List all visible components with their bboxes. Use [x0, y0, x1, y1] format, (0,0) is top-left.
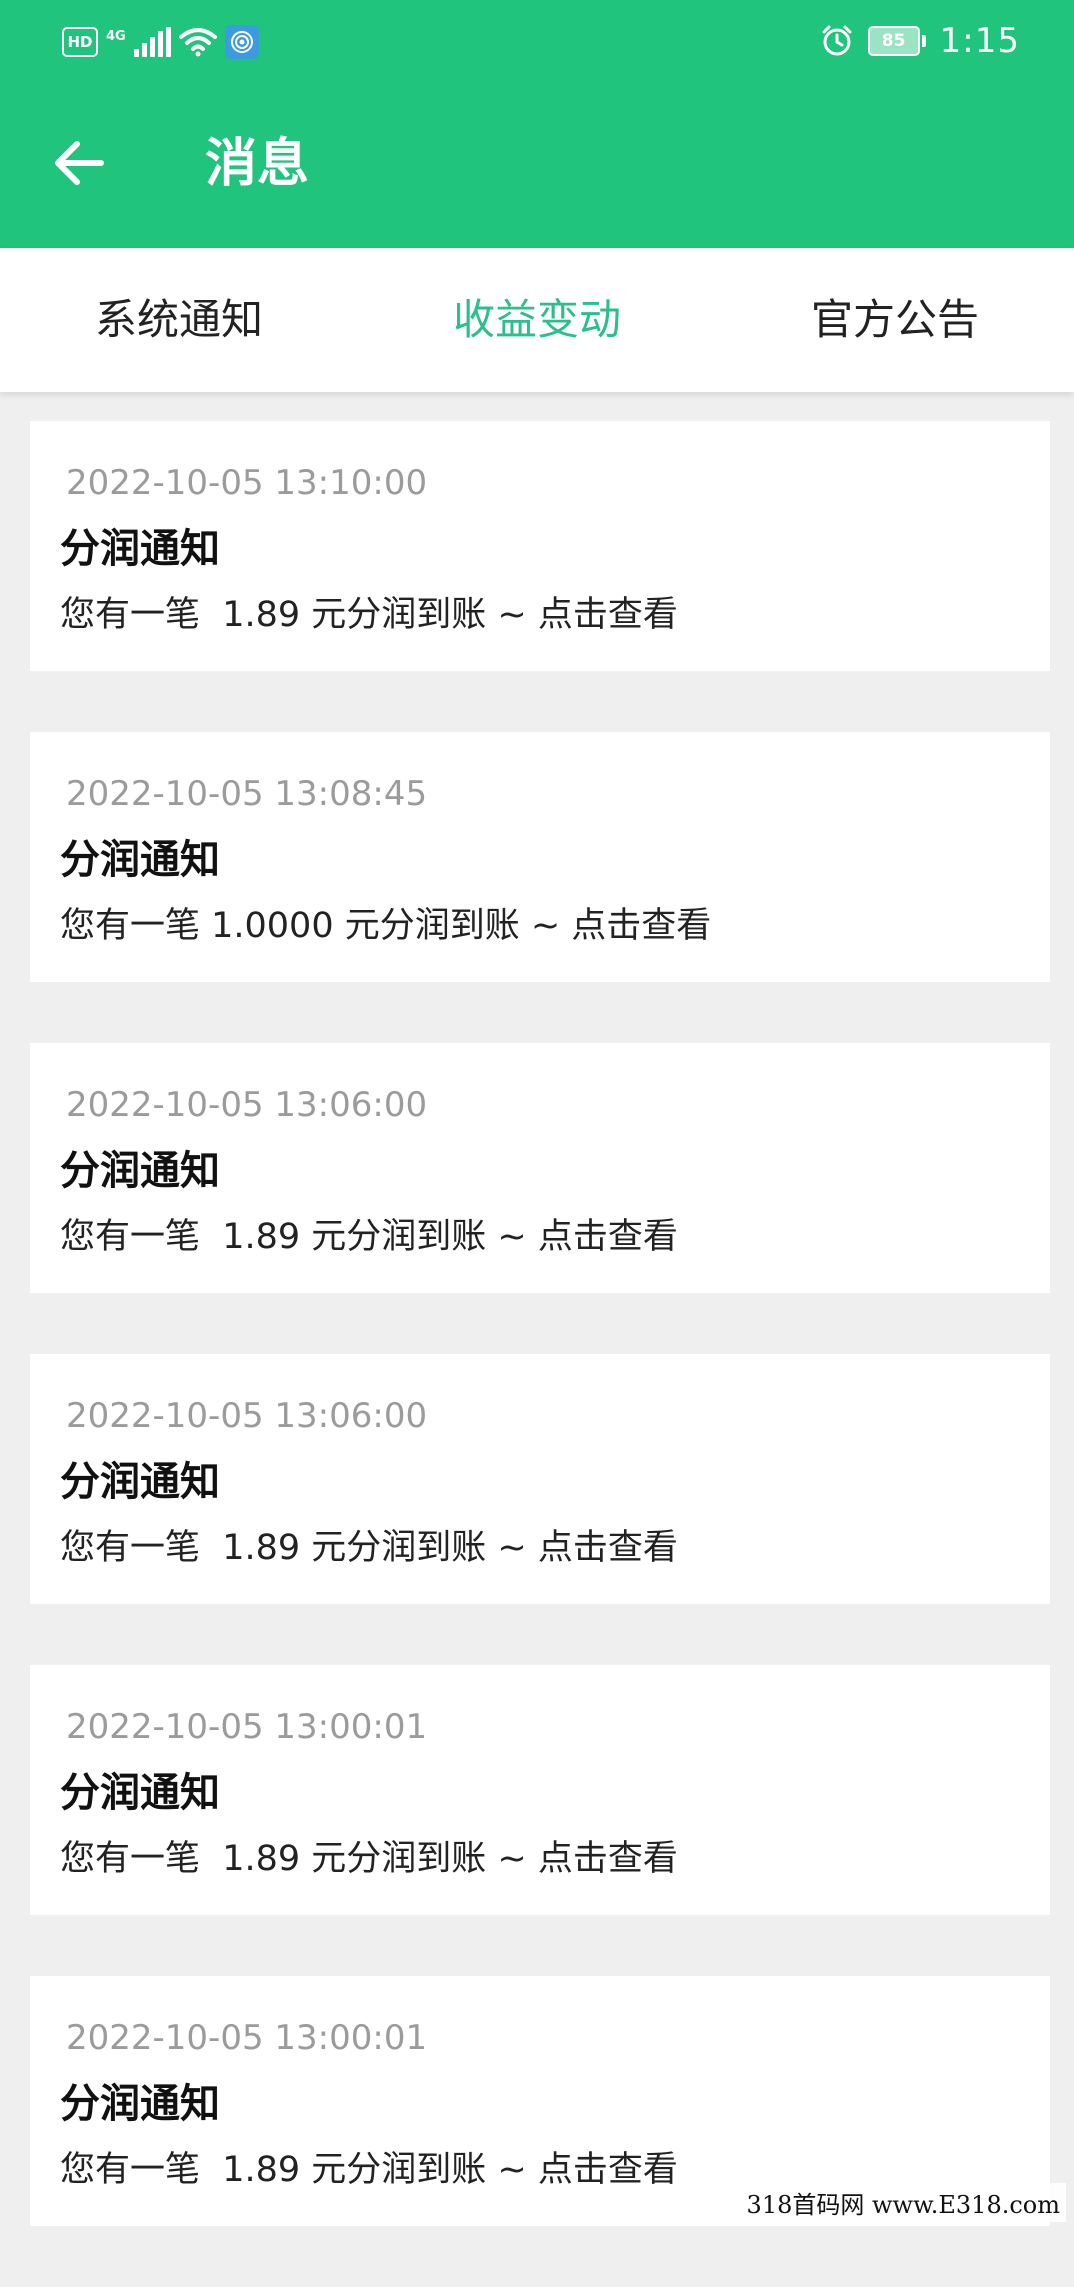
message-title: 分润通知: [60, 526, 220, 572]
message-title: 分润通知: [60, 837, 220, 883]
message-time: 2022-10-05 13:10:00: [66, 463, 428, 503]
tab-bar: 系统通知 收益变动 官方公告: [0, 248, 1074, 392]
message-body: 您有一笔 1.89 元分润到账 ~ 点击查看: [60, 595, 678, 635]
alarm-icon: [820, 24, 854, 58]
message-title: 分润通知: [60, 1459, 220, 1505]
message-card[interactable]: 2022-10-05 13:08:45 分润通知 您有一笔 1.0000 元分润…: [30, 732, 1050, 982]
signal-icon: [133, 27, 171, 57]
tab-official-announcement[interactable]: 官方公告: [716, 248, 1074, 392]
network-type-label: 4G: [106, 29, 126, 44]
message-title: 分润通知: [60, 1770, 220, 1816]
message-time: 2022-10-05 13:00:01: [66, 1707, 428, 1747]
battery-level: 85: [867, 26, 920, 56]
status-time: 1:15: [939, 21, 1020, 61]
battery-cap: [921, 35, 926, 47]
watermark: 318首码网 www.E318.com: [740, 2183, 1066, 2222]
status-bar: HD 4G 85 1:15: [0, 0, 1074, 84]
arrow-left-icon: [55, 141, 104, 185]
app-bar: 消息: [0, 84, 1074, 248]
message-card[interactable]: 2022-10-05 13:06:00 分润通知 您有一笔 1.89 元分润到账…: [30, 1354, 1050, 1604]
vpn-icon: [224, 25, 259, 59]
wifi-icon: [178, 27, 217, 57]
message-title: 分润通知: [60, 1148, 220, 1194]
back-button[interactable]: [44, 128, 114, 198]
message-time: 2022-10-05 13:08:45: [66, 774, 428, 814]
message-body: 您有一笔 1.89 元分润到账 ~ 点击查看: [60, 2150, 678, 2190]
status-left: HD 4G: [62, 20, 259, 64]
message-time: 2022-10-05 13:06:00: [66, 1396, 428, 1436]
message-list: 2022-10-05 13:10:00 分润通知 您有一笔 1.89 元分润到账…: [30, 421, 1050, 2287]
message-card[interactable]: 2022-10-05 13:10:00 分润通知 您有一笔 1.89 元分润到账…: [30, 421, 1050, 671]
message-body: 您有一笔 1.89 元分润到账 ~ 点击查看: [60, 1217, 678, 1257]
battery-icon: 85: [867, 26, 926, 56]
message-card[interactable]: 2022-10-05 13:00:01 分润通知 您有一笔 1.89 元分润到账…: [30, 1665, 1050, 1915]
message-time: 2022-10-05 13:06:00: [66, 1085, 428, 1125]
tab-system-notice[interactable]: 系统通知: [0, 248, 358, 392]
message-body: 您有一笔 1.89 元分润到账 ~ 点击查看: [60, 1839, 678, 1879]
message-card[interactable]: 2022-10-05 13:06:00 分润通知 您有一笔 1.89 元分润到账…: [30, 1043, 1050, 1293]
message-title: 分润通知: [60, 2081, 220, 2127]
hd-icon: HD: [62, 27, 98, 57]
message-body: 您有一笔 1.89 元分润到账 ~ 点击查看: [60, 1528, 678, 1568]
message-body: 您有一笔 1.0000 元分润到账 ~ 点击查看: [60, 906, 712, 946]
message-time: 2022-10-05 13:00:01: [66, 2018, 428, 2058]
page-title: 消息: [205, 134, 310, 194]
tab-earnings-change[interactable]: 收益变动: [358, 248, 716, 392]
status-right: 85 1:15: [820, 18, 1020, 64]
